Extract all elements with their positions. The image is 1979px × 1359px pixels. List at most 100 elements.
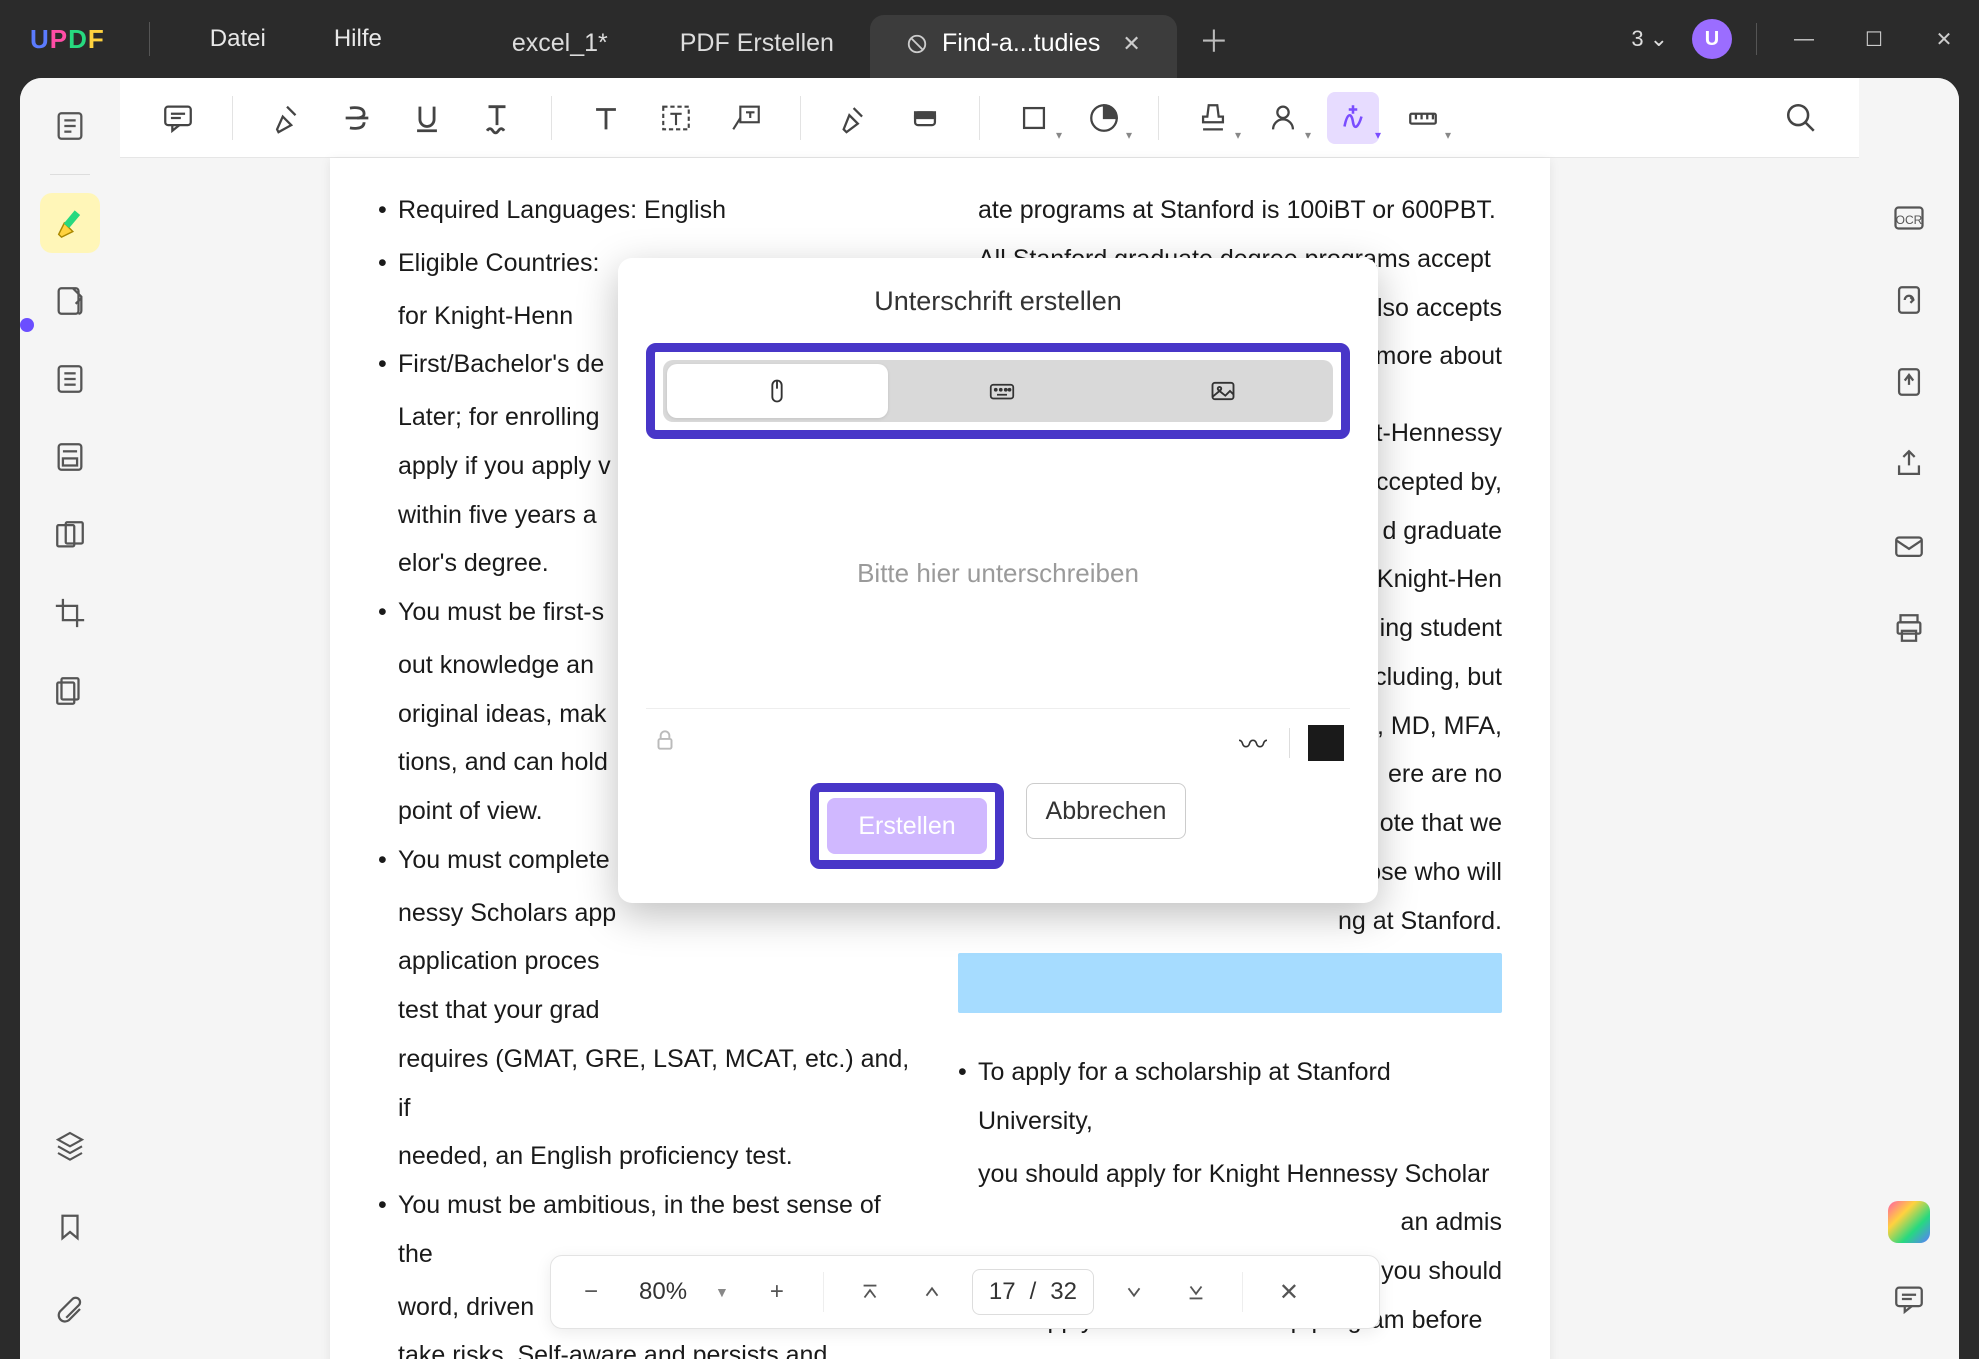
- text: Required Languages: English: [398, 196, 726, 224]
- maximize-button[interactable]: ☐: [1851, 16, 1897, 62]
- next-page-button[interactable]: [1112, 1270, 1156, 1314]
- text: To apply for a scholarship at Stanford U…: [978, 1058, 1391, 1135]
- tab-label: excel_1*: [512, 29, 608, 58]
- pencil-tool[interactable]: [829, 92, 881, 144]
- color-swatch[interactable]: [1308, 725, 1344, 761]
- svg-text:OCR: OCR: [1896, 213, 1923, 227]
- share-icon[interactable]: [1879, 434, 1939, 494]
- prev-page-button[interactable]: [910, 1270, 954, 1314]
- bookmark-icon[interactable]: [40, 1197, 100, 1257]
- first-page-button[interactable]: [848, 1270, 892, 1314]
- left-rail: [20, 78, 120, 1359]
- measure-tool[interactable]: ▾: [1397, 92, 1449, 144]
- signature-canvas[interactable]: Bitte hier unterschreiben: [646, 439, 1350, 709]
- sticker-tool[interactable]: ▾: [1078, 92, 1130, 144]
- form-icon[interactable]: [40, 427, 100, 487]
- lock-icon[interactable]: [652, 727, 678, 760]
- close-icon[interactable]: ✕: [1122, 31, 1140, 57]
- text: You must complete: [398, 846, 610, 874]
- mode-image[interactable]: [1112, 360, 1333, 422]
- document-tabs: excel_1* PDF Erstellen Find-a...tudies ✕…: [476, 0, 1251, 78]
- main-area: ▾ ▾ ▾ ▾ ▾ ▾ Required Languages: English …: [20, 78, 1959, 1359]
- mode-mouse[interactable]: [667, 364, 888, 418]
- create-button[interactable]: Erstellen: [827, 798, 987, 854]
- pages-icon[interactable]: [40, 661, 100, 721]
- search-icon[interactable]: [1775, 92, 1827, 144]
- no-sign-icon: [906, 33, 928, 55]
- email-icon[interactable]: [1879, 516, 1939, 576]
- open-docs-count[interactable]: 3⌄: [1631, 26, 1668, 52]
- comments-panel-icon[interactable]: [1879, 1269, 1939, 1329]
- avatar[interactable]: U: [1692, 19, 1732, 59]
- zoom-in-button[interactable]: +: [755, 1270, 799, 1314]
- outline-icon[interactable]: [40, 349, 100, 409]
- cancel-button[interactable]: Abbrechen: [1026, 783, 1186, 839]
- layers-icon[interactable]: [40, 1115, 100, 1175]
- text: ng at Stanford.: [958, 897, 1502, 946]
- rail-indicator: [20, 318, 34, 332]
- tab-label: PDF Erstellen: [680, 29, 834, 58]
- ai-assistant-icon[interactable]: [1888, 1201, 1930, 1243]
- shape-tool[interactable]: ▾: [1008, 92, 1060, 144]
- text: test that your grad: [378, 986, 922, 1035]
- textbox-tool[interactable]: [650, 92, 702, 144]
- text: needed, an English proficiency test.: [378, 1132, 922, 1181]
- thumbnails-icon[interactable]: [40, 96, 100, 156]
- highlighter-icon[interactable]: [40, 193, 100, 253]
- text: You must be first-s: [398, 598, 604, 626]
- chevron-down-icon: ⌄: [1650, 26, 1668, 52]
- mode-keyboard[interactable]: [892, 360, 1113, 422]
- ocr-icon[interactable]: OCR: [1879, 188, 1939, 248]
- app-logo: UPDF: [30, 24, 105, 55]
- page-number-input[interactable]: 17 / 32: [972, 1269, 1094, 1315]
- compare-icon[interactable]: [40, 505, 100, 565]
- attachment-icon[interactable]: [40, 1279, 100, 1339]
- squiggly-tool[interactable]: [471, 92, 523, 144]
- underline-tool[interactable]: [401, 92, 453, 144]
- modal-title: Unterschrift erstellen: [646, 286, 1350, 317]
- text: requires (GMAT, GRE, LSAT, MCAT, etc.) a…: [378, 1035, 922, 1133]
- close-button[interactable]: ✕: [1921, 16, 1967, 62]
- placeholder-text: Bitte hier unterschreiben: [857, 558, 1139, 589]
- sign-tool[interactable]: ▾: [1257, 92, 1309, 144]
- signature-toolbar: 〰: [646, 709, 1350, 783]
- page-navigator: − 80%▼ + 17 / 32 ✕: [550, 1255, 1380, 1329]
- signature-mode-tabs: [663, 360, 1333, 422]
- text: ate programs at Stanford is 100iBT or 60…: [958, 186, 1502, 235]
- zoom-dropdown[interactable]: 80%▼: [631, 1278, 737, 1306]
- text: take risks. Self-aware and persists and …: [378, 1331, 922, 1359]
- note-tool-icon[interactable]: [40, 271, 100, 331]
- signature-tool[interactable]: ▾: [1327, 92, 1379, 144]
- tab-find-studies[interactable]: Find-a...tudies ✕: [870, 15, 1177, 78]
- menu-file[interactable]: Datei: [210, 25, 266, 53]
- add-tab-button[interactable]: ＋: [1177, 17, 1251, 61]
- text: First/Bachelor's de: [398, 350, 604, 378]
- crop-icon[interactable]: [40, 583, 100, 643]
- minimize-button[interactable]: —: [1781, 16, 1827, 62]
- tab-pdf-erstellen[interactable]: PDF Erstellen: [644, 15, 870, 78]
- right-rail: OCR: [1859, 78, 1959, 1359]
- callout-tool[interactable]: [720, 92, 772, 144]
- last-page-button[interactable]: [1174, 1270, 1218, 1314]
- zoom-out-button[interactable]: −: [569, 1270, 613, 1314]
- signature-modal: Unterschrift erstellen Bitte hier unters…: [618, 258, 1378, 903]
- convert-icon[interactable]: [1879, 270, 1939, 330]
- stamp-tool[interactable]: ▾: [1187, 92, 1239, 144]
- eraser-tool[interactable]: [899, 92, 951, 144]
- text: an admis: [958, 1198, 1502, 1247]
- strikethrough-tool[interactable]: [331, 92, 383, 144]
- tab-excel[interactable]: excel_1*: [476, 15, 644, 78]
- tutorial-highlight-create: Erstellen: [810, 783, 1004, 869]
- canvas: ▾ ▾ ▾ ▾ ▾ ▾ Required Languages: English …: [120, 78, 1859, 1359]
- comment-tool[interactable]: [152, 92, 204, 144]
- export-icon[interactable]: [1879, 352, 1939, 412]
- highlight-tool[interactable]: [261, 92, 313, 144]
- tutorial-highlight-tabs: [646, 343, 1350, 439]
- menu-help[interactable]: Hilfe: [334, 25, 382, 53]
- stroke-style[interactable]: 〰: [1239, 723, 1267, 763]
- chevron-down-icon: ▼: [715, 1284, 729, 1300]
- text: you should apply for Knight Hennessy Sch…: [958, 1150, 1502, 1199]
- text-tool[interactable]: [580, 92, 632, 144]
- close-nav-button[interactable]: ✕: [1267, 1270, 1311, 1314]
- print-icon[interactable]: [1879, 598, 1939, 658]
